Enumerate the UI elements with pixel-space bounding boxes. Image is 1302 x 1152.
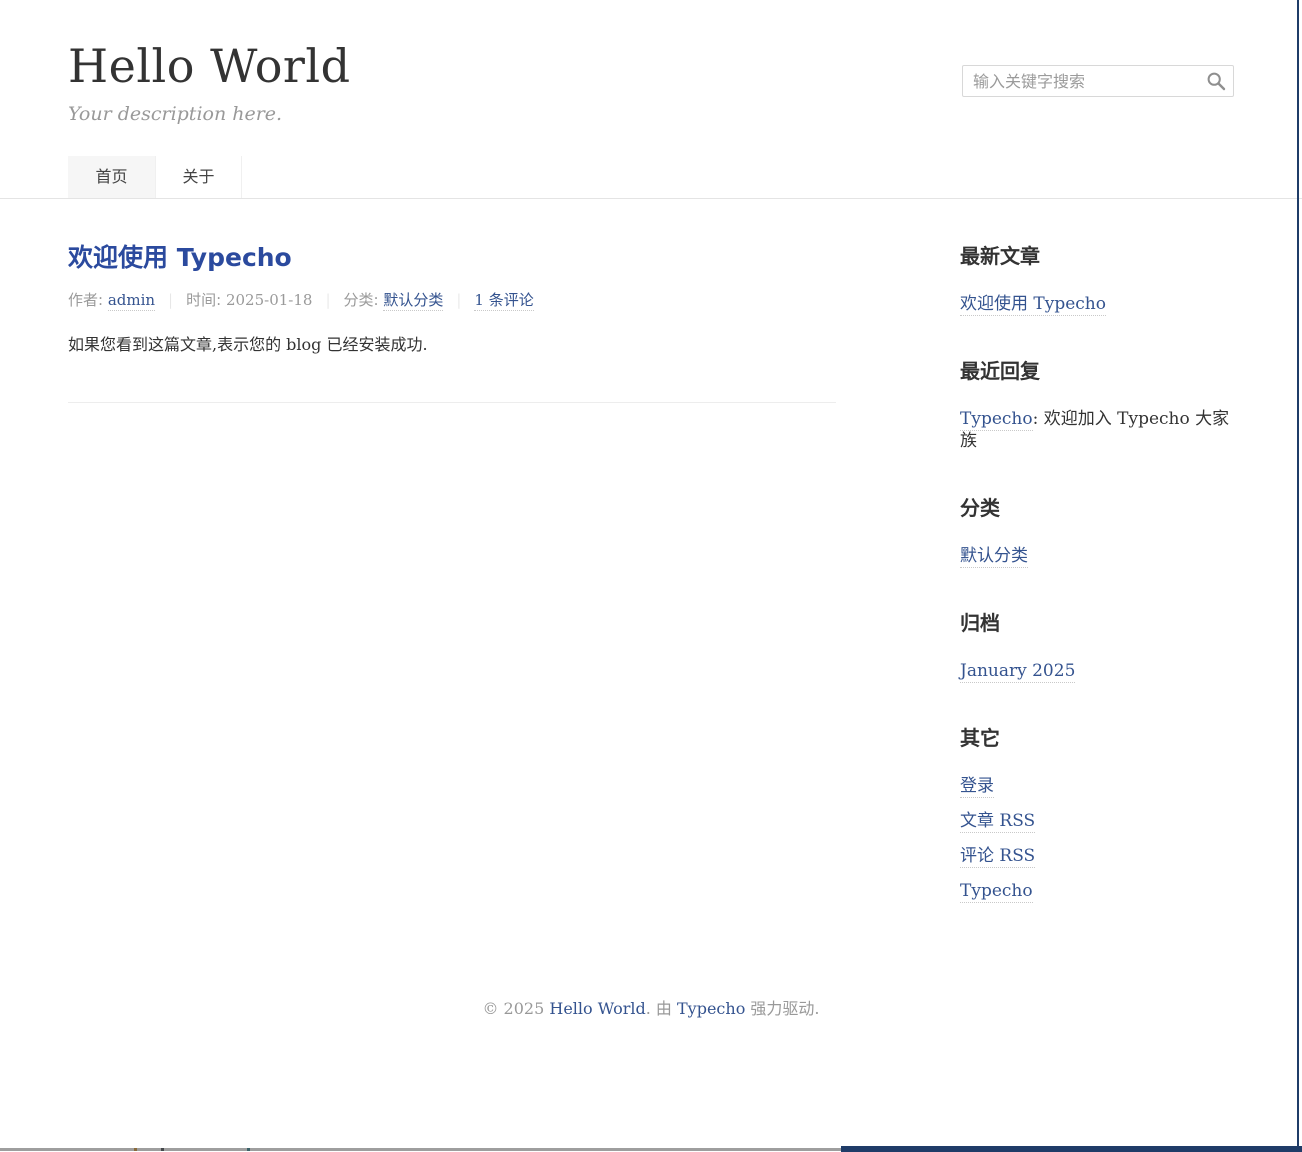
category-link[interactable]: 默认分类 — [383, 291, 443, 311]
post-meta: 作者: admin | 时间: 2025-01-18 | 分类: 默认分类 | 1 条评论 — [68, 289, 836, 310]
widget-title: 归档 — [960, 607, 1234, 636]
search-box — [962, 65, 1234, 97]
widget-title: 最新文章 — [960, 240, 1234, 269]
author-label: 作者: — [68, 291, 108, 309]
window-frame-right-edge — [1297, 0, 1299, 1152]
post-body: 如果您看到这篇文章,表示您的 blog 已经安装成功. — [68, 333, 836, 357]
meta-separator: | — [325, 291, 330, 309]
category-item-link[interactable]: 默认分类 — [960, 546, 1028, 568]
footer-site-link[interactable]: Hello World — [549, 999, 645, 1018]
list-item: January 2025 — [960, 660, 1234, 682]
list-item: Typecho — [960, 880, 1234, 902]
list-item: 默认分类 — [960, 545, 1234, 567]
nav-item-home[interactable]: 首页 — [68, 156, 155, 198]
widget-recent-posts: 最新文章 欢迎使用 Typecho — [960, 240, 1234, 315]
widget-title: 其它 — [960, 722, 1234, 751]
category-label: 分类: — [344, 291, 384, 309]
site-header: Hello World Your description here. 首页 关于 — [0, 0, 1302, 199]
sidebar: 最新文章 欢迎使用 Typecho 最近回复 Typecho: 欢迎加入 Typ… — [960, 199, 1234, 902]
taskbar-top-edge — [0, 1148, 841, 1151]
comment-author-link[interactable]: Typecho — [960, 409, 1033, 431]
window-frame-bottom-edge — [841, 1146, 1302, 1152]
taskbar-icon-sliver — [161, 1148, 164, 1151]
post: 欢迎使用 Typecho 作者: admin | 时间: 2025-01-18 | 分类… — [68, 238, 836, 357]
footer-engine-link[interactable]: Typecho — [677, 999, 745, 1018]
footer-middle-text: . 由 — [646, 999, 677, 1018]
widget-misc: 其它 登录 文章 RSS 评论 RSS Typecho — [960, 722, 1234, 902]
typecho-link[interactable]: Typecho — [960, 881, 1033, 903]
list-item: 欢迎使用 Typecho — [960, 293, 1234, 315]
login-link[interactable]: 登录 — [960, 776, 994, 798]
post-rss-link[interactable]: 文章 RSS — [960, 811, 1035, 833]
archive-link[interactable]: January 2025 — [960, 661, 1075, 683]
main-nav: 首页 关于 — [68, 156, 1234, 198]
search-input[interactable] — [962, 65, 1234, 97]
meta-separator: | — [456, 291, 461, 309]
copyright-text: © 2025 — [482, 999, 549, 1018]
post-divider — [68, 402, 836, 403]
list-item: 登录 — [960, 775, 1234, 797]
meta-separator: | — [168, 291, 173, 309]
site-description: Your description here. — [68, 103, 1234, 125]
recent-post-link[interactable]: 欢迎使用 Typecho — [960, 294, 1106, 316]
list-item: 评论 RSS — [960, 845, 1234, 867]
time-label: 时间: — [186, 291, 226, 309]
taskbar-icon-sliver — [134, 1148, 137, 1151]
list-item: Typecho: 欢迎加入 Typecho 大家族 — [960, 408, 1234, 452]
nav-item-about[interactable]: 关于 — [155, 156, 242, 198]
widget-title: 最近回复 — [960, 355, 1234, 384]
blog-page: Hello World Your description here. 首页 关于… — [0, 0, 1302, 1152]
comment-rss-link[interactable]: 评论 RSS — [960, 846, 1035, 868]
list-item: 文章 RSS — [960, 810, 1234, 832]
footer: © 2025 Hello World. 由 Typecho 强力驱动. — [68, 995, 1234, 1019]
widget-title: 分类 — [960, 492, 1234, 521]
widget-archives: 归档 January 2025 — [960, 607, 1234, 682]
footer-tail-text: 强力驱动. — [745, 999, 819, 1018]
search-icon[interactable] — [1206, 71, 1226, 91]
main-column: 欢迎使用 Typecho 作者: admin | 时间: 2025-01-18 | 分类… — [68, 199, 836, 411]
widget-categories: 分类 默认分类 — [960, 492, 1234, 567]
post-date: 2025-01-18 — [226, 291, 312, 309]
post-title-link[interactable]: 欢迎使用 Typecho — [68, 238, 836, 274]
author-link[interactable]: admin — [108, 291, 155, 311]
comments-link[interactable]: 1 条评论 — [474, 291, 533, 311]
widget-recent-comments: 最近回复 Typecho: 欢迎加入 Typecho 大家族 — [960, 355, 1234, 452]
taskbar-icon-sliver — [247, 1148, 250, 1151]
